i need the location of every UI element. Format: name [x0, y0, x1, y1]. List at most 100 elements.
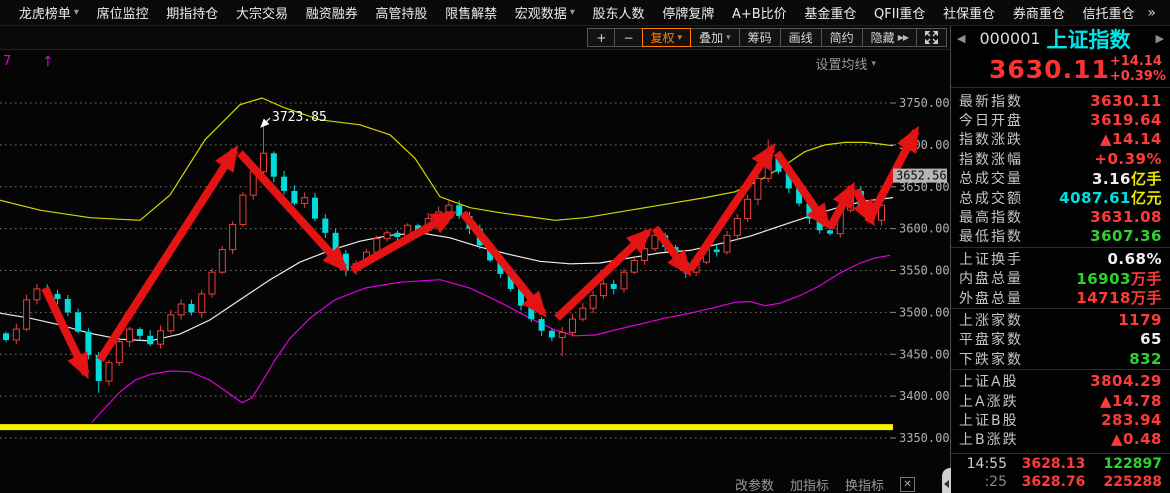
prev-stock-icon[interactable]: ◀ — [957, 32, 965, 45]
stat-value: 3.16亿手 — [1092, 168, 1162, 189]
stat-value: 3804.29 — [1090, 372, 1162, 390]
candle-up — [570, 319, 576, 332]
stat-label: 上涨家数 — [959, 310, 1023, 330]
stat-value: ▲14.14 — [1100, 130, 1162, 148]
candle-down — [322, 219, 328, 233]
support-line[interactable] — [0, 424, 893, 430]
candle-up — [446, 205, 452, 212]
menu-item-10[interactable]: A+B比价 — [723, 3, 795, 22]
menu-item-12[interactable]: QFII重仓 — [865, 3, 934, 22]
menu-item-14[interactable]: 券商重仓 — [1004, 3, 1074, 22]
add-indicator-button[interactable]: 加指标 — [790, 475, 829, 493]
zoom-in-button[interactable]: + — [587, 28, 615, 47]
ma-legend: 7 — [3, 54, 11, 69]
stat-label: 今日开盘 — [959, 110, 1023, 130]
chevron-down-icon: ▾ — [74, 7, 79, 18]
stat-row: 外盘总量 14718万手 — [951, 288, 1170, 307]
candle-down — [714, 250, 720, 253]
stat-label: 上A涨跌 — [959, 391, 1019, 411]
candle-up — [621, 272, 627, 289]
stat-label: 上证B股 — [959, 410, 1019, 430]
trend-arrow[interactable] — [557, 232, 648, 318]
fullscreen-button[interactable] — [916, 28, 947, 47]
switch-indicator-button[interactable]: 换指标 — [845, 475, 884, 493]
menu-item-0[interactable]: 龙虎榜单▾ — [10, 3, 88, 22]
stat-value: 1179 — [1118, 311, 1162, 329]
trend-arrow[interactable] — [352, 214, 452, 270]
zoom-out-button[interactable]: − — [614, 28, 642, 47]
candle-up — [106, 363, 112, 381]
stat-rows: 最新指数3630.11今日开盘 3619.64指数涨跌▲14.14指数涨幅+0.3… — [951, 88, 1170, 453]
stat-label: 外盘总量 — [959, 288, 1023, 308]
menu-item-8[interactable]: 股东人数 — [584, 3, 654, 22]
stat-row: 最新指数3630.11 — [951, 91, 1170, 110]
stat-row: 指数涨跌▲14.14 — [951, 130, 1170, 149]
simple-mode-button[interactable]: 简约 — [821, 28, 863, 47]
candle-up — [734, 219, 740, 236]
stat-group: 上涨家数1179平盘家数65下跌家数832 — [951, 309, 1170, 370]
candle-up — [24, 300, 30, 329]
stat-value: 3607.36 — [1090, 227, 1162, 245]
kline-chart-svg[interactable]: 3750.003700.003650.003600.003550.003500.… — [0, 50, 950, 493]
trend-arrow[interactable] — [690, 148, 772, 270]
stat-label: 最新指数 — [959, 91, 1023, 111]
axis-label: 3500.00 — [899, 305, 950, 319]
stat-row: 内盘总量16903万手 — [951, 269, 1170, 288]
kline-chart[interactable]: 3750.003700.003650.003600.003550.003500.… — [0, 50, 950, 493]
candle-up — [13, 329, 19, 340]
candle-down — [75, 312, 81, 331]
tick-row: 14:553628.13122897 — [951, 455, 1170, 473]
menu-more-button[interactable]: » — [1143, 5, 1160, 21]
tick-volume: 225288 — [1100, 474, 1162, 490]
panel-collapse-handle[interactable] — [942, 468, 951, 493]
candle-up — [158, 331, 164, 344]
ma-settings-button[interactable]: 设置均线 ▾ — [815, 54, 876, 73]
menu-item-4[interactable]: 融资融券 — [297, 3, 367, 22]
tick-time: 14:55 — [959, 456, 1007, 472]
menu-item-5[interactable]: 高管持股 — [367, 3, 437, 22]
candle-up — [302, 198, 308, 204]
stat-value: 3631.08 — [1090, 208, 1162, 226]
trend-arrow[interactable] — [777, 153, 827, 225]
menu-item-3[interactable]: 大宗交易 — [227, 3, 297, 22]
expand-icon — [925, 31, 938, 44]
stat-value: ▲14.78 — [1100, 392, 1162, 410]
stat-row: 总成交额4087.61亿元 — [951, 188, 1170, 207]
trend-arrow[interactable] — [655, 228, 688, 272]
trend-arrow[interactable] — [463, 213, 543, 313]
menu-item-7[interactable]: 宏观数据▾ — [506, 3, 584, 22]
draw-line-button[interactable]: 画线 — [780, 28, 822, 47]
candle-down — [549, 331, 555, 338]
hide-button[interactable]: 隐藏▶▶ — [862, 28, 917, 47]
chips-button[interactable]: 筹码 — [739, 28, 781, 47]
overlay-button[interactable]: 叠加▾ — [690, 28, 740, 47]
stat-value: 3619.64 — [1090, 111, 1162, 129]
menu-item-15[interactable]: 信托重仓 — [1074, 3, 1144, 22]
trend-arrow[interactable] — [240, 153, 344, 268]
menu-item-1[interactable]: 席位监控 — [88, 3, 158, 22]
menu-item-11[interactable]: 基金重仓 — [796, 3, 866, 22]
stat-value: 14718万手 — [1076, 287, 1162, 308]
candle-up — [755, 178, 761, 199]
stat-label: 上证换手 — [959, 249, 1023, 269]
stat-row: 指数涨幅+0.39% — [951, 149, 1170, 168]
menu-item-13[interactable]: 社保重仓 — [934, 3, 1004, 22]
menu-item-2[interactable]: 期指持仓 — [157, 3, 227, 22]
chevron-down-icon: ▾ — [570, 7, 575, 18]
ma-settings-label: 设置均线 — [815, 54, 867, 73]
change-params-button[interactable]: 改参数 — [735, 475, 774, 493]
adjust-price-button[interactable]: 复权▾ — [642, 28, 692, 47]
close-indicator-button[interactable]: ✕ — [900, 477, 915, 492]
stat-value: 0.68% — [1107, 250, 1162, 268]
next-stock-icon[interactable]: ▶ — [1156, 32, 1164, 45]
tick-list: 14:553628.13122897:253628.76225288 — [951, 453, 1170, 493]
price-row: 3630.11 +14.14 +0.39% — [951, 51, 1170, 88]
candle-up — [384, 233, 390, 239]
menu-item-9[interactable]: 停牌复牌 — [653, 3, 723, 22]
stat-label: 最高指数 — [959, 207, 1023, 227]
menu-item-6[interactable]: 限售解禁 — [436, 3, 506, 22]
candle-down — [611, 284, 617, 289]
candle-down — [271, 153, 277, 176]
stat-group: 最新指数3630.11今日开盘 3619.64指数涨跌▲14.14指数涨幅+0.3… — [951, 90, 1170, 248]
candle-up — [209, 272, 215, 294]
